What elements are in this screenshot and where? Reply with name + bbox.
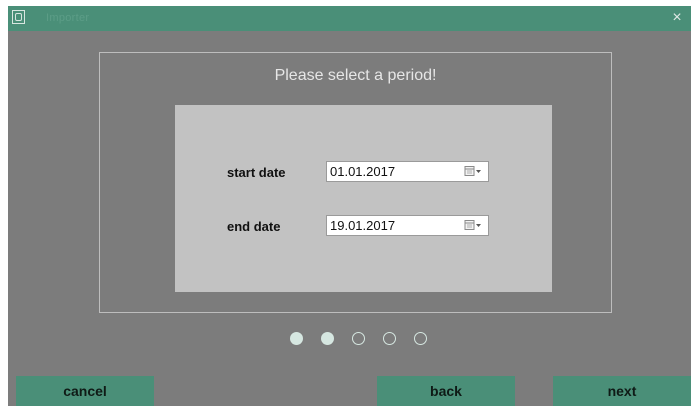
date-range-panel: start date end date [175,105,552,292]
title-bar[interactable]: Importer × [8,6,691,31]
step-dot [290,332,303,345]
step-dot [414,332,427,345]
step-dot [321,332,334,345]
start-date-picker[interactable] [326,161,489,182]
calendar-icon [464,166,481,176]
start-date-label: start date [227,165,286,180]
wizard-content: Please select a period! start date 01.01… [8,31,691,406]
chevron-down-icon [476,170,481,173]
back-button[interactable]: back [377,376,515,406]
end-date-field[interactable] [330,216,450,235]
end-date-calendar-button[interactable] [464,219,484,232]
importer-window: Importer × Please select a period! start… [0,0,691,406]
next-button[interactable]: next [553,376,691,406]
window-title: Importer [46,12,90,24]
end-date-label: end date [227,219,281,234]
chevron-down-icon [476,224,481,227]
end-date-picker[interactable] [326,215,489,236]
period-frame: Please select a period! start date 01.01… [99,52,612,313]
step-dot [352,332,365,345]
step-dot [383,332,396,345]
start-date-calendar-button[interactable] [464,165,484,178]
cancel-button[interactable]: cancel [16,376,154,406]
start-date-field[interactable] [330,162,450,181]
app-icon [12,10,25,24]
close-icon[interactable]: × [667,8,687,28]
step-indicator [8,332,691,348]
calendar-icon [464,220,481,230]
page-title: Please select a period! [274,67,437,84]
